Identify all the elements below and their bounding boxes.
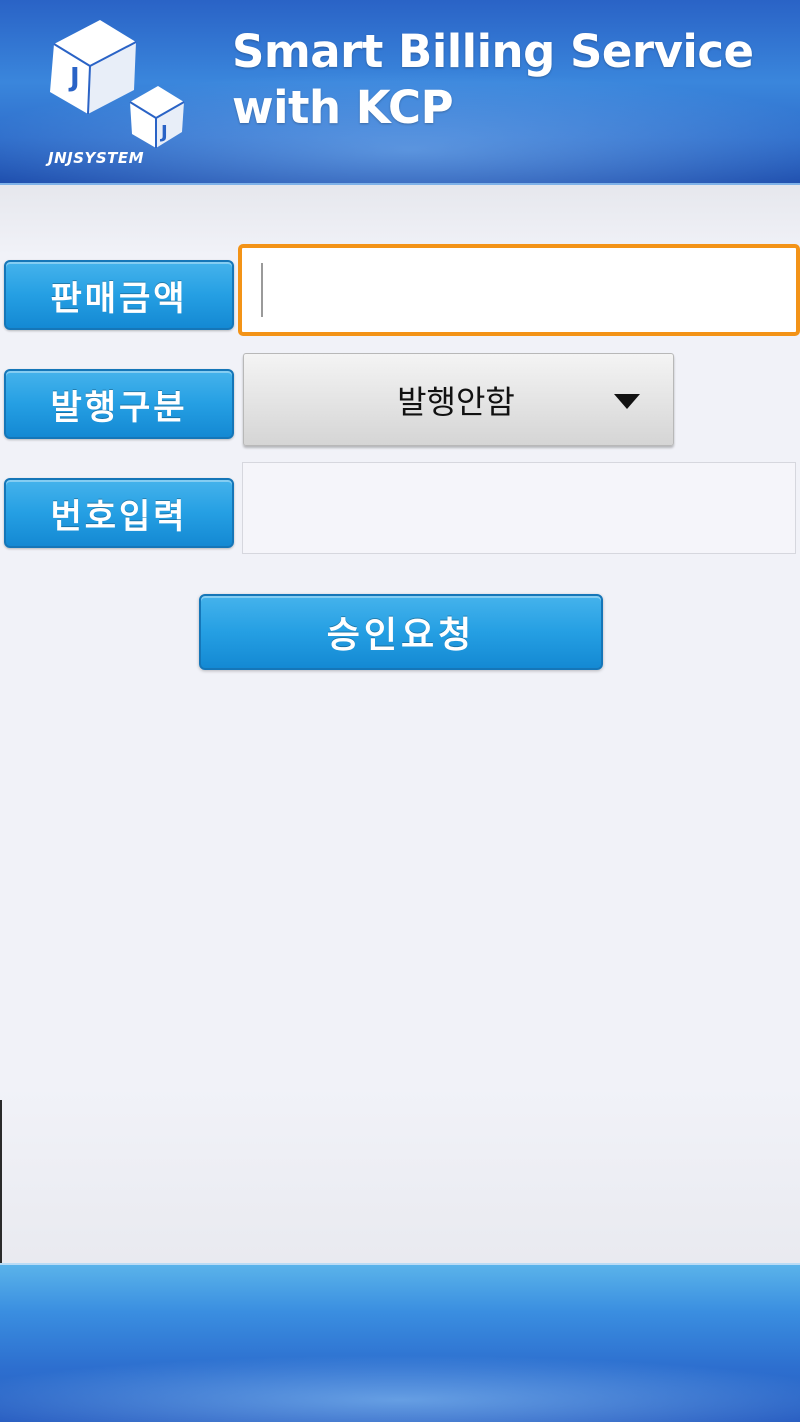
approval-request-button[interactable]: 승인요청 [199, 594, 603, 670]
left-edge-line [0, 1100, 2, 1263]
issue-type-dropdown[interactable]: 발행안함 [243, 353, 674, 446]
content-area [0, 185, 800, 1263]
amount-label-button[interactable]: 판매금액 [4, 260, 234, 330]
issue-type-selected-value: 발행안함 [397, 382, 515, 421]
footer-wave-decoration [0, 1355, 800, 1422]
jnj-logo-icon: J J [50, 20, 185, 148]
svg-text:J: J [68, 63, 80, 93]
triangle-down-icon[interactable] [614, 394, 640, 410]
number-input[interactable] [242, 462, 796, 554]
app-header: J J JNJSYSTEM Smart Billing Service with… [0, 0, 800, 185]
logo-text: JNJSYSTEM [48, 149, 145, 167]
svg-text:J: J [159, 122, 168, 143]
text-cursor [261, 263, 263, 317]
issue-type-label-button[interactable]: 발행구분 [4, 369, 234, 439]
app-title: Smart Billing Service with KCP [232, 24, 754, 136]
amount-input[interactable] [238, 244, 800, 336]
app-title-line-2: with KCP [232, 81, 454, 134]
number-label-button[interactable]: 번호입력 [4, 478, 234, 548]
app-title-line-1: Smart Billing Service [232, 25, 754, 78]
app-footer [0, 1263, 800, 1422]
